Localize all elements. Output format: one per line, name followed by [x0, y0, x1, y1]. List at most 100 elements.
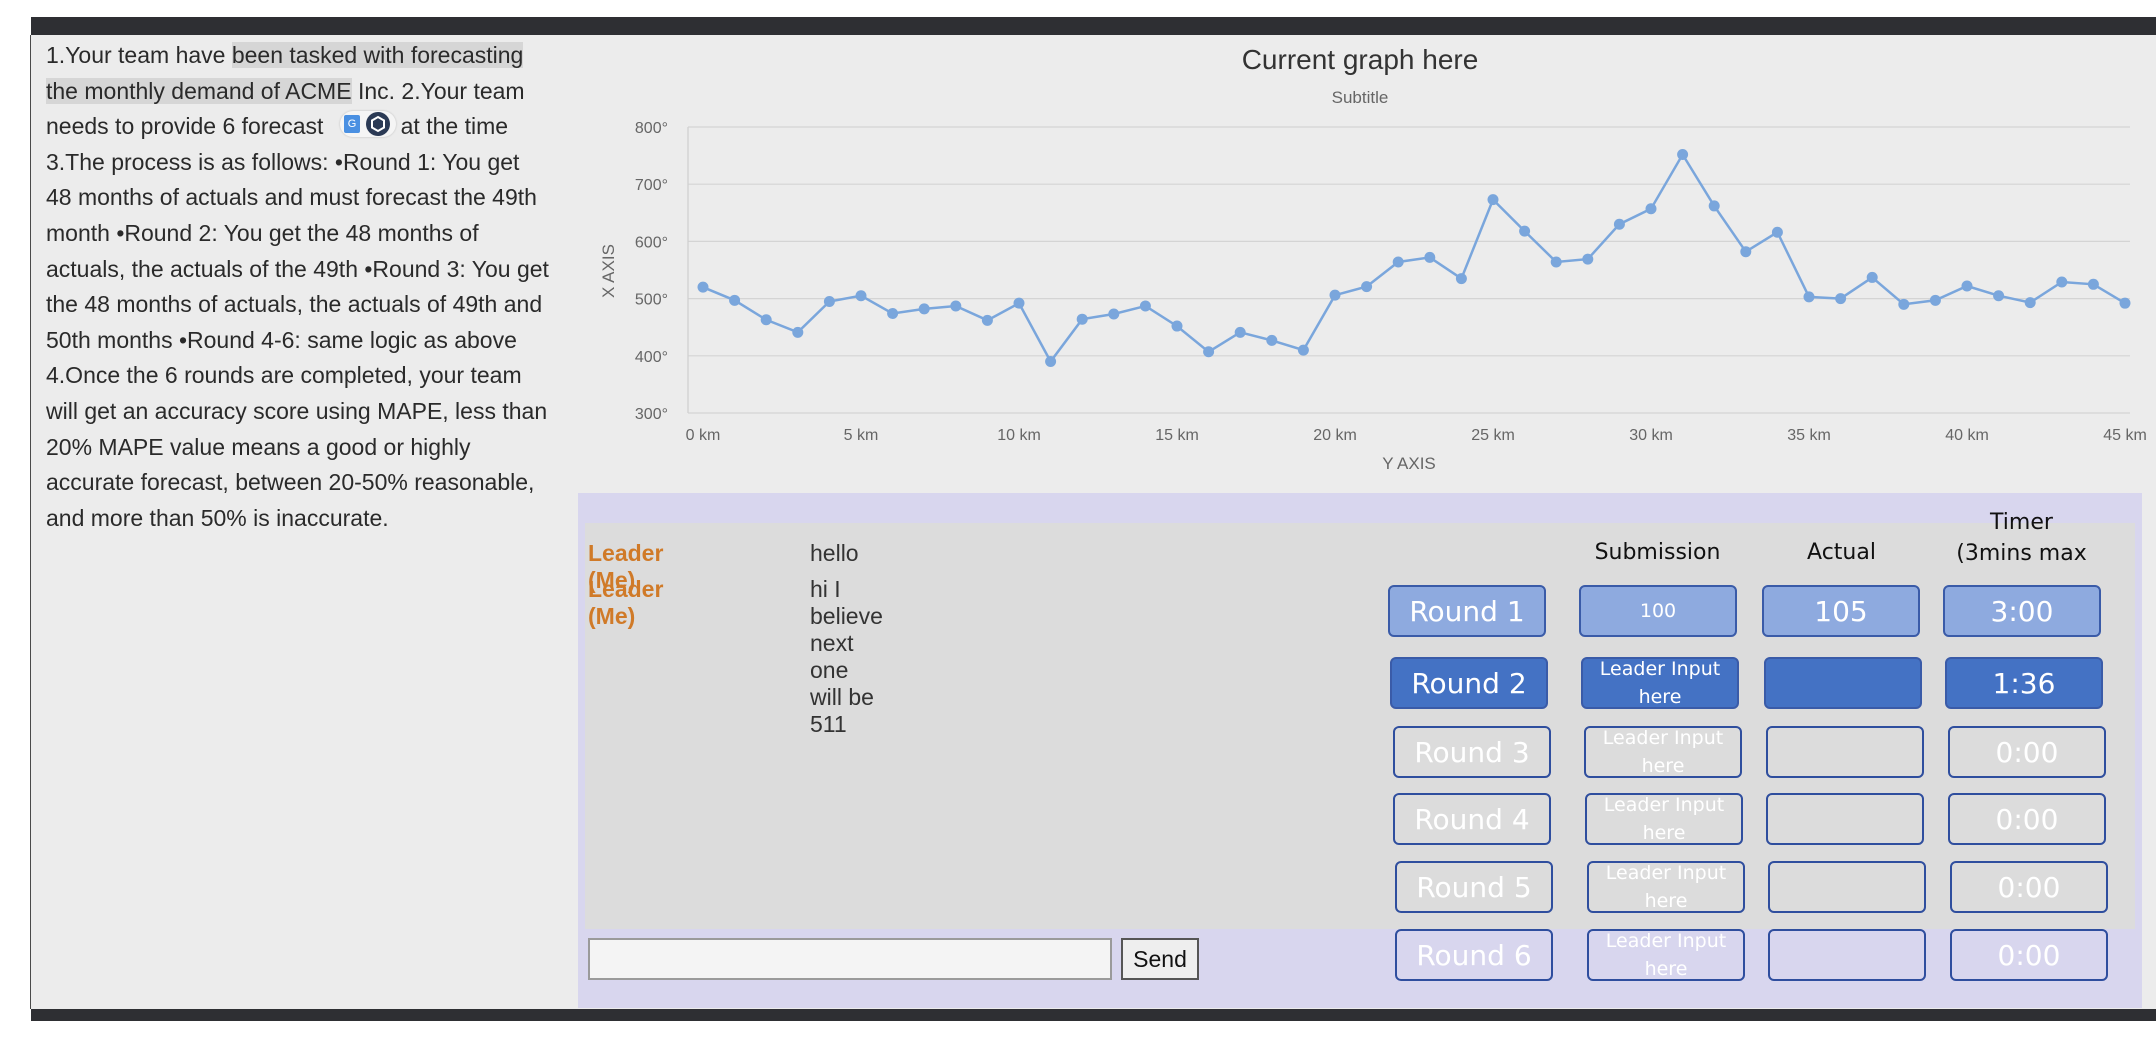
timer-header: Timer (3mins max [1944, 510, 2099, 566]
data-point[interactable] [855, 290, 867, 302]
submission-input-2[interactable]: Leader Input here [1581, 657, 1739, 709]
x-tick-label: 20 km [1313, 427, 1357, 444]
timer-header-line1: Timer [1990, 510, 2053, 535]
data-point[interactable] [1677, 148, 1689, 160]
x-tick-label: 30 km [1629, 427, 1673, 444]
data-point[interactable] [950, 300, 962, 312]
timer-value-5: 0:00 [1950, 861, 2108, 913]
data-point[interactable] [1550, 256, 1562, 268]
submission-input-6[interactable]: Leader Input here [1587, 929, 1745, 981]
data-point[interactable] [1771, 226, 1783, 238]
data-point[interactable] [2087, 278, 2099, 290]
data-point[interactable] [1740, 246, 1752, 258]
series-line [702, 152, 2126, 364]
data-point[interactable] [1929, 294, 1941, 306]
y-tick-label: 700° [635, 177, 668, 194]
x-tick-label: 10 km [997, 427, 1041, 444]
y-tick-label: 400° [635, 349, 668, 366]
data-point[interactable] [2056, 276, 2068, 288]
x-tick-label: 45 km [2103, 427, 2147, 444]
actual-value-4 [1766, 793, 1924, 845]
x-tick-label: 25 km [1471, 427, 1515, 444]
data-point[interactable] [697, 281, 709, 293]
round-button-1[interactable]: Round 1 [1388, 585, 1546, 637]
round-button-4[interactable]: Round 4 [1393, 793, 1551, 845]
actual-value-6 [1768, 929, 1926, 981]
data-point[interactable] [729, 294, 741, 306]
data-point[interactable] [1234, 326, 1246, 338]
data-point[interactable] [1835, 293, 1847, 305]
data-point[interactable] [981, 314, 993, 326]
data-point[interactable] [1487, 194, 1499, 206]
y-tick-label: 600° [635, 234, 668, 251]
data-point[interactable] [760, 314, 772, 326]
chat-message-text: hello [810, 540, 859, 566]
data-point[interactable] [1898, 298, 1910, 310]
data-point[interactable] [1171, 320, 1183, 332]
data-point[interactable] [1455, 273, 1467, 285]
y-tick-label: 300° [635, 406, 668, 423]
round-button-2[interactable]: Round 2 [1390, 657, 1548, 709]
x-tick-label: 35 km [1787, 427, 1831, 444]
data-point[interactable] [1613, 218, 1625, 230]
actual-value-2 [1764, 657, 1922, 709]
round-button-5[interactable]: Round 5 [1395, 861, 1553, 913]
chat-input[interactable] [588, 938, 1112, 980]
x-tick-label: 40 km [1945, 427, 1989, 444]
chat-sender: Leader (Me) [588, 576, 664, 629]
data-point[interactable] [1013, 297, 1025, 309]
round-button-3[interactable]: Round 3 [1393, 726, 1551, 778]
data-point[interactable] [1045, 356, 1057, 368]
actual-header: Actual [1807, 540, 1876, 565]
submission-input-1[interactable]: 100 [1579, 585, 1737, 637]
x-tick-label: 15 km [1155, 427, 1199, 444]
data-point[interactable] [918, 303, 930, 315]
send-button[interactable]: Send [1121, 938, 1199, 980]
data-point[interactable] [1139, 300, 1151, 312]
data-point[interactable] [2024, 297, 2036, 309]
data-point[interactable] [887, 307, 899, 319]
data-point[interactable] [2119, 297, 2131, 309]
x-axis-label: Y AXIS [1382, 454, 1436, 473]
data-point[interactable] [1203, 346, 1215, 358]
data-point[interactable] [1708, 200, 1720, 212]
data-point[interactable] [1329, 289, 1341, 301]
data-point[interactable] [1961, 280, 1973, 292]
y-tick-label: 800° [635, 120, 668, 137]
submission-input-3[interactable]: Leader Input here [1584, 726, 1742, 778]
data-point[interactable] [823, 295, 835, 307]
data-point[interactable] [1266, 334, 1278, 346]
timer-value-1: 3:00 [1943, 585, 2101, 637]
x-tick-labels: 0 km 5 km 10 km 15 km 20 km 25 km 30 km 35 km 40… [686, 427, 2147, 444]
x-tick-label: 0 km [686, 427, 721, 444]
data-point[interactable] [1803, 291, 1815, 303]
y-tick-label: 500° [635, 292, 668, 309]
x-tick-label: 5 km [844, 427, 879, 444]
submission-input-4[interactable]: Leader Input here [1585, 793, 1743, 845]
data-point[interactable] [1297, 344, 1309, 356]
data-point[interactable] [1076, 313, 1088, 325]
timer-value-6: 0:00 [1950, 929, 2108, 981]
chart-grid [687, 126, 2130, 414]
actual-value-1: 105 [1762, 585, 1920, 637]
data-point[interactable] [792, 326, 804, 338]
bottom-bar [31, 1009, 2156, 1021]
timer-value-2: 1:36 [1945, 657, 2103, 709]
data-point[interactable] [1392, 256, 1404, 268]
data-point[interactable] [1424, 251, 1436, 263]
y-axis-label: X AXIS [599, 244, 618, 298]
data-point[interactable] [1645, 203, 1657, 215]
data-point[interactable] [1582, 253, 1594, 265]
data-point[interactable] [1519, 225, 1531, 237]
data-point[interactable] [1108, 308, 1120, 320]
timer-header-line2: (3mins max [1956, 541, 2087, 566]
data-point[interactable] [1866, 271, 1878, 283]
round-button-6[interactable]: Round 6 [1395, 929, 1553, 981]
submission-header: Submission [1594, 540, 1721, 565]
actual-value-5 [1768, 861, 1926, 913]
data-point[interactable] [1993, 290, 2005, 302]
series-points [697, 148, 2131, 368]
data-point[interactable] [1361, 281, 1373, 293]
submission-input-5[interactable]: Leader Input here [1587, 861, 1745, 913]
line-chart: 300° 400° 500° 600° 700° 800° 0 km 5 km 10 km 15… [599, 120, 2147, 473]
